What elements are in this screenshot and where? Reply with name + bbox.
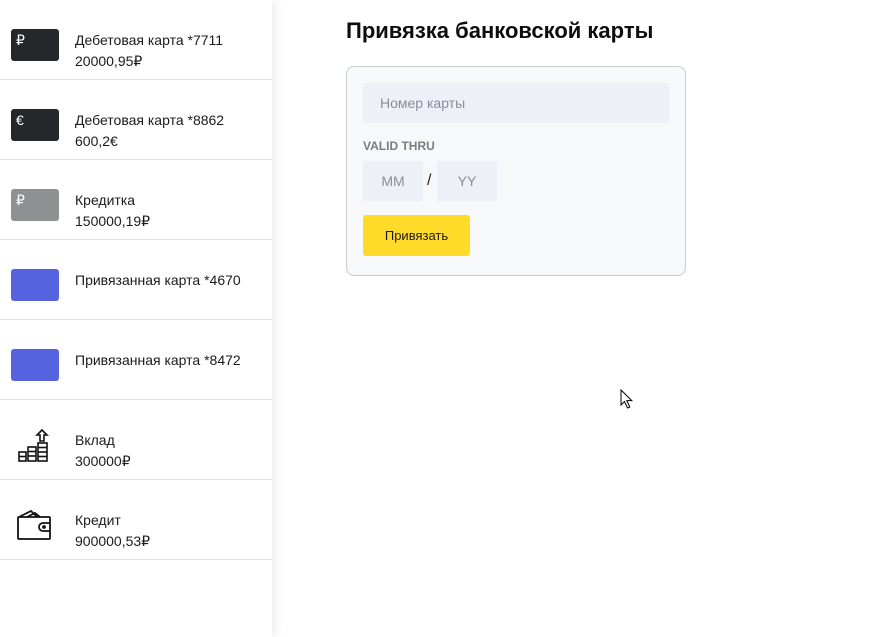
currency-symbol: ₽ xyxy=(16,192,25,208)
linked-card-icon xyxy=(11,349,59,381)
account-item-linked-8472[interactable]: Привязанная карта *8472 xyxy=(0,320,272,400)
account-text: Кредит 900000,53₽ xyxy=(75,510,150,552)
card-number-input[interactable] xyxy=(363,83,669,123)
account-title: Привязанная карта *4670 xyxy=(75,272,241,288)
account-item-debit-8862[interactable]: € Дебетовая карта *8862 600,2€ xyxy=(0,80,272,160)
bind-card-button[interactable]: Привязать xyxy=(363,215,470,256)
wallet-icon xyxy=(15,508,55,544)
account-text: Вклад 300000₽ xyxy=(75,430,131,472)
account-text: Кредитка 150000,19₽ xyxy=(75,190,150,232)
account-title: Привязанная карта *8472 xyxy=(75,352,241,368)
account-text: Дебетовая карта *7711 20000,95₽ xyxy=(75,30,223,72)
account-title: Дебетовая карта *7711 xyxy=(75,32,224,48)
account-title: Вклад xyxy=(75,432,115,448)
expiry-separator: / xyxy=(427,172,432,189)
account-item-debit-7711[interactable]: ₽ Дебетовая карта *7711 20000,95₽ xyxy=(0,0,272,80)
account-title: Кредит xyxy=(75,512,121,528)
account-item-loan[interactable]: Кредит 900000,53₽ xyxy=(0,480,272,560)
accounts-sidebar: ₽ Дебетовая карта *7711 20000,95₽ € Дебе… xyxy=(0,0,272,637)
account-title: Дебетовая карта *8862 xyxy=(75,112,225,128)
currency-symbol: € xyxy=(16,112,24,128)
valid-thru-label: VALID THRU xyxy=(363,139,435,153)
mouse-pointer-icon xyxy=(620,388,634,410)
account-text: Привязанная карта *4670 xyxy=(75,270,241,291)
currency-symbol: ₽ xyxy=(16,32,25,48)
card-binding-form: VALID THRU / Привязать xyxy=(346,66,686,276)
account-text: Дебетовая карта *8862 600,2€ xyxy=(75,110,224,152)
account-amount: 600,2€ xyxy=(75,133,118,149)
account-amount: 300000₽ xyxy=(75,453,131,469)
account-amount: 150000,19₽ xyxy=(75,213,151,229)
deposit-coins-icon xyxy=(15,428,55,464)
account-text: Привязанная карта *8472 xyxy=(75,350,241,371)
account-item-linked-4670[interactable]: Привязанная карта *4670 xyxy=(0,240,272,320)
account-title: Кредитка xyxy=(75,192,136,208)
page-title: Привязка банковской карты xyxy=(346,18,654,43)
account-amount: 900000,53₽ xyxy=(75,533,151,549)
credit-card-icon: ₽ xyxy=(11,189,59,221)
account-item-deposit[interactable]: Вклад 300000₽ xyxy=(0,400,272,480)
debit-card-icon: ₽ xyxy=(11,29,59,61)
account-item-credit-card[interactable]: ₽ Кредитка 150000,19₽ xyxy=(0,160,272,240)
account-amount: 20000,95₽ xyxy=(75,53,143,69)
expiry-month-input[interactable] xyxy=(363,161,423,201)
expiry-year-input[interactable] xyxy=(437,161,497,201)
linked-card-icon xyxy=(11,269,59,301)
debit-card-icon: € xyxy=(11,109,59,141)
